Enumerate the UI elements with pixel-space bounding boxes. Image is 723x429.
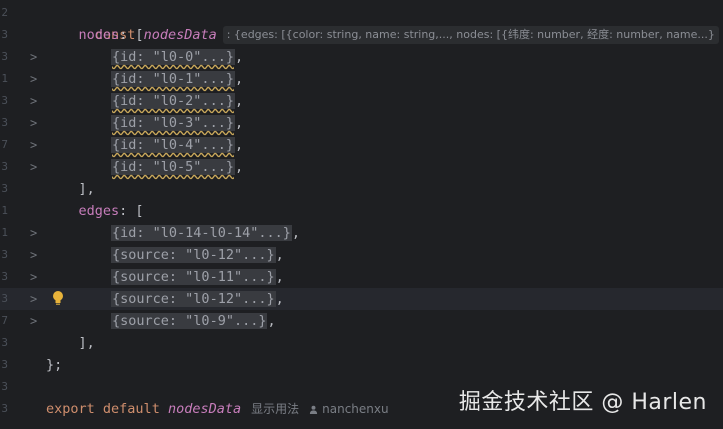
fold-chevron-icon[interactable]: > — [30, 134, 37, 156]
line-number: 3 — [1, 248, 8, 261]
author-name: nanchenxu — [322, 402, 389, 416]
watermark-text: 掘金技术社区 @ Harlen — [458, 390, 707, 415]
nodes-key: nodes — [78, 27, 120, 43]
default-keyword: default — [102, 401, 160, 417]
folded-edge[interactable]: {source: "l0-12"...} — [111, 291, 276, 307]
current-code-line[interactable]: 3 > {source: "l0-12"...}, — [0, 288, 723, 310]
fold-chevron-icon[interactable]: > — [30, 288, 37, 310]
line-number: 1 — [1, 226, 8, 239]
line-number: 3 — [1, 50, 8, 63]
line-number: 7 — [1, 314, 8, 327]
fold-chevron-icon[interactable]: > — [30, 266, 37, 288]
code-line[interactable]: 2 const nodesData: {edges: [{color: stri… — [0, 2, 723, 44]
line-number: 3 — [1, 94, 8, 107]
code-line[interactable]: 1 > {id: "l0-1"...}, — [0, 68, 723, 90]
code-line[interactable]: 3 nodes: [ — [0, 24, 723, 46]
folded-node[interactable]: {id: "l0-5"...} — [111, 159, 235, 175]
edges-key: edges — [78, 203, 120, 219]
line-number: 3 — [1, 358, 8, 371]
folded-node[interactable]: {id: "l0-1"...} — [111, 71, 235, 87]
code-line[interactable]: 3 > {source: "l0-11"...}, — [0, 266, 723, 288]
code-line[interactable]: 3 > {source: "l0-12"...}, — [0, 244, 723, 266]
folded-node[interactable]: {id: "l0-0"...} — [111, 49, 235, 65]
fold-chevron-icon[interactable]: > — [30, 156, 37, 178]
line-number: 1 — [1, 72, 8, 85]
show-usages-link[interactable]: 显示用法 — [251, 402, 299, 416]
fold-chevron-icon[interactable]: > — [30, 68, 37, 90]
folded-node[interactable]: {id: "l0-3"...} — [111, 115, 235, 131]
folded-edge[interactable]: {source: "l0-11"...} — [111, 269, 276, 285]
fold-chevron-icon[interactable]: > — [30, 222, 37, 244]
code-line[interactable]: 3 > {id: "l0-5"...}, — [0, 156, 723, 178]
code-line[interactable]: 3 ], — [0, 178, 723, 200]
fold-chevron-icon[interactable]: > — [30, 112, 37, 134]
code-editor[interactable]: 2 const nodesData: {edges: [{color: stri… — [0, 0, 723, 429]
line-number: 3 — [1, 182, 8, 195]
line-number: 1 — [1, 204, 8, 217]
fold-chevron-icon[interactable]: > — [30, 310, 37, 332]
line-number: 3 — [1, 270, 8, 283]
fold-chevron-icon[interactable]: > — [30, 244, 37, 266]
line-number: 3 — [1, 160, 8, 173]
code-line[interactable]: 3 > {id: "l0-2"...}, — [0, 90, 723, 112]
export-keyword: export — [46, 401, 95, 417]
close-object: }; — [46, 357, 63, 373]
folded-node[interactable]: {id: "l0-2"...} — [111, 93, 235, 109]
folded-edge[interactable]: {source: "l0-12"...} — [111, 247, 276, 263]
user-icon — [310, 405, 318, 414]
line-number: 3 — [1, 402, 8, 415]
line-number: 3 — [1, 28, 8, 41]
code-line[interactable]: 3 > {id: "l0-0"...}, — [0, 46, 723, 68]
code-line[interactable]: 7 > {source: "l0-9"...}, — [0, 310, 723, 332]
fold-chevron-icon[interactable]: > — [30, 90, 37, 112]
code-line[interactable]: 3 }; — [0, 354, 723, 376]
code-line[interactable]: 7 > {id: "l0-4"...}, — [0, 134, 723, 156]
code-line[interactable]: 3 ], — [0, 332, 723, 354]
code-line[interactable]: 3 > {id: "l0-3"...}, — [0, 112, 723, 134]
folded-edge[interactable]: {source: "l0-9"...} — [111, 313, 268, 329]
line-number: 3 — [1, 292, 8, 305]
line-number: 3 — [1, 336, 8, 349]
line-number: 3 — [1, 380, 8, 393]
line-number: 3 — [1, 116, 8, 129]
close-bracket: ], — [78, 181, 95, 197]
code-line[interactable]: 1 > {id: "l0-14-l0-14"...}, — [0, 222, 723, 244]
folded-node[interactable]: {id: "l0-4"...} — [111, 137, 235, 153]
line-number: 7 — [1, 138, 8, 151]
export-variable: nodesData — [167, 401, 242, 417]
fold-chevron-icon[interactable]: > — [30, 46, 37, 68]
line-number: 2 — [1, 6, 8, 19]
code-line[interactable]: 1 edges: [ — [0, 200, 723, 222]
folded-edge[interactable]: {id: "l0-14-l0-14"...} — [111, 225, 292, 241]
close-bracket: ], — [78, 335, 95, 351]
